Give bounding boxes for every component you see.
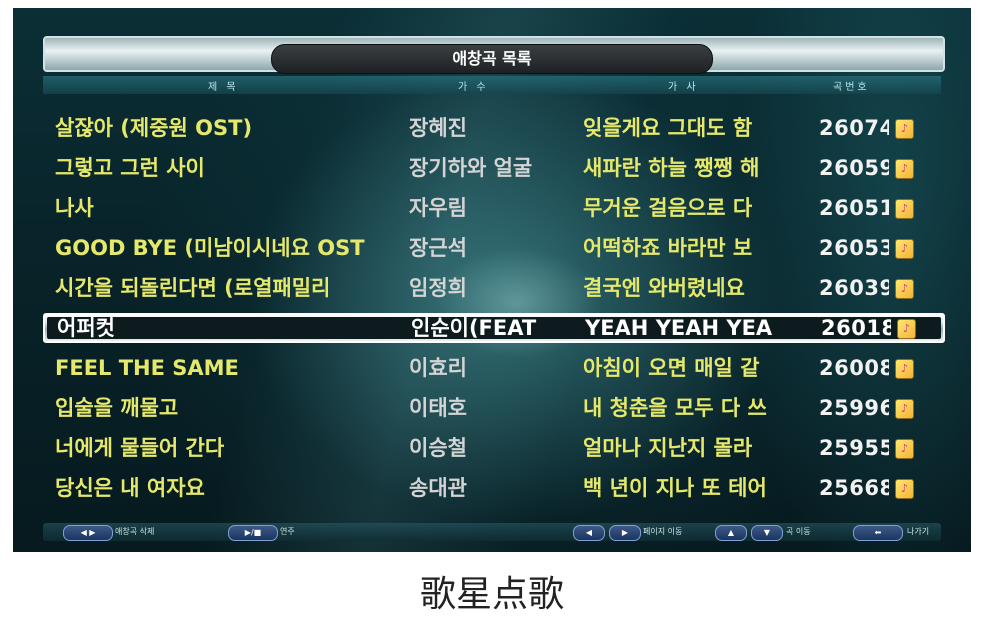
page-move-label: 페이지 이동 xyxy=(643,527,683,536)
song-lyric: 어떡하죠 바라만 보 xyxy=(583,236,753,260)
song-number: 26008 xyxy=(819,356,889,380)
song-row-selected[interactable]: 어퍼컷 인순이(FEAT YEAH YEAH YEA 26018 ♪ xyxy=(43,313,945,343)
music-note-icon: ♪ xyxy=(895,159,914,179)
delete-key-button[interactable]: ◀ ▶ xyxy=(63,525,113,541)
song-singer: 장근석 xyxy=(409,236,467,260)
delete-label: 애창곡 삭제 xyxy=(115,527,155,536)
music-note-icon: ♪ xyxy=(895,279,914,299)
song-lyric: 내 청춘을 모두 다 쓰 xyxy=(583,396,767,420)
song-row[interactable]: 시간을 되돌린다면 (로열패밀리 임정희 결국엔 와버렸네요 26039 ♪ xyxy=(43,268,941,308)
song-row[interactable]: 그렇고 그런 사이 장기하와 얼굴 새파란 하늘 쨍쨍 해 26059 ♪ xyxy=(43,148,941,188)
music-note-icon: ♪ xyxy=(895,239,914,259)
caption: 歌星点歌 xyxy=(419,574,564,615)
song-title: 어퍼컷 xyxy=(57,316,115,340)
song-row[interactable]: FEEL THE SAME 이효리 아침이 오면 매일 같 26008 ♪ xyxy=(43,348,941,388)
song-number: 25668 xyxy=(819,476,889,500)
song-singer: 이효리 xyxy=(409,356,467,380)
next-page-button[interactable]: ▶ xyxy=(609,525,641,541)
prev-page-button[interactable]: ◀ xyxy=(573,525,605,541)
song-number: 26051 xyxy=(819,196,889,220)
play-label: 연주 xyxy=(280,527,295,536)
music-note-icon: ♪ xyxy=(895,199,914,219)
music-note-icon: ♪ xyxy=(895,479,914,499)
song-singer: 송대관 xyxy=(409,476,467,500)
song-number: 25955 xyxy=(819,436,889,460)
list-title: 애창곡 목록 xyxy=(271,44,713,74)
song-lyric: 무거운 걸음으로 다 xyxy=(583,196,753,220)
song-title: FEEL THE SAME xyxy=(55,356,239,380)
song-singer: 이승철 xyxy=(409,436,467,460)
song-title: 당신은 내 여자요 xyxy=(55,476,205,500)
column-lyric: 가 사 xyxy=(668,82,699,93)
song-number: 26074 xyxy=(819,116,889,140)
song-lyric: 아침이 오면 매일 같 xyxy=(583,356,760,380)
song-row[interactable]: 당신은 내 여자요 송대관 백 년이 지나 또 테어 25668 ♪ xyxy=(43,468,941,508)
column-number: 곡번호 xyxy=(833,82,870,93)
song-number: 26053 xyxy=(819,236,889,260)
column-headers: 제 목 가 수 가 사 곡번호 xyxy=(43,76,941,94)
music-note-icon: ♪ xyxy=(895,359,914,379)
karaoke-screen: 애창곡 목록 제 목 가 수 가 사 곡번호 살잖아 (제중원 OST) 장혜진… xyxy=(13,8,971,552)
song-number: 26018 xyxy=(821,316,891,340)
song-lyric: 결국엔 와버렸네요 xyxy=(583,276,745,300)
song-lyric: 새파란 하늘 쨍쨍 해 xyxy=(583,156,760,180)
song-down-button[interactable]: ▼ xyxy=(751,525,783,541)
song-singer: 자우림 xyxy=(409,196,467,220)
music-note-icon: ♪ xyxy=(895,439,914,459)
song-title: 너에게 물들어 간다 xyxy=(55,436,225,460)
music-note-icon: ♪ xyxy=(895,119,914,139)
song-singer: 이태호 xyxy=(409,396,467,420)
exit-label: 나가기 xyxy=(907,527,930,536)
song-number: 26059 xyxy=(819,156,889,180)
song-number: 25996 xyxy=(819,396,889,420)
exit-button[interactable]: ⬅ xyxy=(853,525,903,541)
song-singer: 장기하와 얼굴 xyxy=(409,156,533,180)
song-singer: 임정희 xyxy=(409,276,467,300)
music-note-icon: ♪ xyxy=(897,319,916,339)
song-move-label: 곡 이동 xyxy=(786,527,811,536)
song-row[interactable]: 너에게 물들어 간다 이승철 얼마나 지난지 몰라 25955 ♪ xyxy=(43,428,941,468)
song-singer: 장혜진 xyxy=(409,116,467,140)
column-singer: 가 수 xyxy=(458,82,489,93)
song-row[interactable]: GOOD BYE (미남이시네요 OST 장근석 어떡하죠 바라만 보 2605… xyxy=(43,228,941,268)
song-row[interactable]: 입술을 깨물고 이태호 내 청춘을 모두 다 쓰 25996 ♪ xyxy=(43,388,941,428)
song-row[interactable]: 살잖아 (제중원 OST) 장혜진 잊을게요 그대도 함 26074 ♪ xyxy=(43,108,941,148)
song-title: 살잖아 (제중원 OST) xyxy=(55,116,253,140)
song-title: 입술을 깨물고 xyxy=(55,396,179,420)
music-note-icon: ♪ xyxy=(895,399,914,419)
song-lyric: 백 년이 지나 또 테어 xyxy=(583,476,767,500)
song-lyric: 얼마나 지난지 몰라 xyxy=(583,436,753,460)
song-row[interactable]: 나사 자우림 무거운 걸음으로 다 26051 ♪ xyxy=(43,188,941,228)
song-title: 시간을 되돌린다면 (로열패밀리 xyxy=(55,276,331,300)
song-singer: 인순이(FEAT xyxy=(411,316,537,340)
song-up-button[interactable]: ▲ xyxy=(715,525,747,541)
song-lyric: 잊을게요 그대도 함 xyxy=(583,116,753,140)
column-title: 제 목 xyxy=(208,82,239,93)
song-title: GOOD BYE (미남이시네요 OST xyxy=(55,236,365,260)
song-title: 그렇고 그런 사이 xyxy=(55,156,205,180)
song-title: 나사 xyxy=(55,196,94,220)
footer-controls: ◀ ▶ 애창곡 삭제 ▶/■ 연주 ◀ ▶ 페이지 이동 ▲ ▼ 곡 이동 ⬅ … xyxy=(43,523,941,541)
song-lyric: YEAH YEAH YEA xyxy=(585,316,773,340)
play-stop-button[interactable]: ▶/■ xyxy=(228,525,278,541)
song-number: 26039 xyxy=(819,276,889,300)
